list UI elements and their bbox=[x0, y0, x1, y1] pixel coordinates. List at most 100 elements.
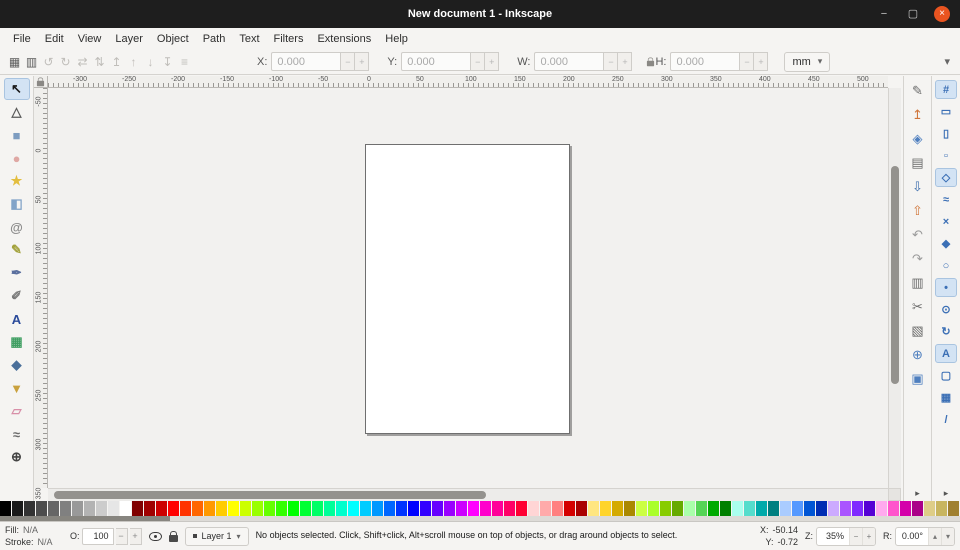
palette-swatch[interactable] bbox=[144, 501, 156, 516]
canvas[interactable] bbox=[48, 88, 888, 488]
text-tool[interactable]: A bbox=[4, 308, 30, 330]
palette-swatch[interactable] bbox=[744, 501, 756, 516]
close-button[interactable]: × bbox=[934, 6, 950, 22]
palette-swatch[interactable] bbox=[240, 501, 252, 516]
zoom-tool[interactable]: ⊕ bbox=[4, 446, 30, 468]
snap-grid-icon[interactable]: ▦ bbox=[935, 388, 957, 407]
bucket-tool[interactable]: ▼ bbox=[4, 377, 30, 399]
palette-swatch[interactable] bbox=[384, 501, 396, 516]
menu-item[interactable]: Text bbox=[232, 30, 266, 48]
layer-selector[interactable]: Layer 1 ▾ bbox=[184, 526, 249, 546]
snap-smooth-icon[interactable]: ○ bbox=[935, 256, 957, 275]
palette-swatch[interactable] bbox=[192, 501, 204, 516]
cut-icon[interactable]: ✂ bbox=[907, 296, 929, 317]
palette-swatch[interactable] bbox=[576, 501, 588, 516]
palette-swatch[interactable] bbox=[204, 501, 216, 516]
raise-icon[interactable]: ↑ bbox=[125, 55, 142, 69]
palette-swatch[interactable] bbox=[12, 501, 24, 516]
palette-swatch[interactable] bbox=[336, 501, 348, 516]
palette-swatch[interactable] bbox=[396, 501, 408, 516]
palette-swatch[interactable] bbox=[924, 501, 936, 516]
palette-swatch[interactable] bbox=[72, 501, 84, 516]
palette-swatch[interactable] bbox=[504, 501, 516, 516]
rotation-up-button[interactable]: ▴ bbox=[928, 527, 941, 545]
zoom-input[interactable]: 35% bbox=[817, 531, 849, 541]
w-decrement-button[interactable]: − bbox=[604, 52, 619, 71]
node-tool[interactable]: △ bbox=[4, 101, 30, 123]
palette-swatch[interactable] bbox=[444, 501, 456, 516]
palette-swatch[interactable] bbox=[636, 501, 648, 516]
palette-swatch[interactable] bbox=[372, 501, 384, 516]
lower-to-bottom-icon[interactable]: ↧ bbox=[159, 55, 176, 69]
opacity-decrement-button[interactable]: − bbox=[115, 527, 128, 545]
h-increment-button[interactable]: + bbox=[754, 52, 769, 71]
palette-swatch[interactable] bbox=[348, 501, 360, 516]
gradient-tool[interactable]: ▦ bbox=[4, 331, 30, 353]
palette-swatch[interactable] bbox=[252, 501, 264, 516]
calligraphy-tool[interactable]: ✐ bbox=[4, 285, 30, 307]
palette-swatch[interactable] bbox=[792, 501, 804, 516]
toolbar-overflow-button[interactable]: ▾ bbox=[940, 55, 954, 68]
export-icon[interactable]: ⇧ bbox=[907, 200, 929, 221]
snap-text-icon[interactable]: A bbox=[935, 344, 957, 363]
w-input[interactable]: 0.000 bbox=[534, 52, 605, 71]
h-input[interactable]: 0.000 bbox=[670, 52, 741, 71]
menu-item[interactable]: Extensions bbox=[310, 30, 378, 48]
palette-swatch[interactable] bbox=[612, 501, 624, 516]
print-icon[interactable]: ▤ bbox=[907, 152, 929, 173]
selector-tool[interactable]: ↖ bbox=[3, 78, 30, 100]
w-increment-button[interactable]: + bbox=[618, 52, 633, 71]
minimize-button[interactable]: − bbox=[876, 6, 892, 22]
palette-swatch[interactable] bbox=[36, 501, 48, 516]
x-decrement-button[interactable]: − bbox=[341, 52, 356, 71]
filters-icon[interactable]: ◈ bbox=[907, 128, 929, 149]
transform-dialog-icon[interactable]: ≡ bbox=[176, 55, 193, 69]
palette-swatch[interactable] bbox=[312, 501, 324, 516]
zoom-drawing-icon[interactable]: ⊕ bbox=[907, 344, 929, 365]
palette-swatch[interactable] bbox=[912, 501, 924, 516]
palette-swatch[interactable] bbox=[828, 501, 840, 516]
raise-to-top-icon[interactable]: ↥ bbox=[108, 55, 125, 69]
guides-lock-icon[interactable] bbox=[36, 76, 45, 86]
import-icon[interactable]: ⇩ bbox=[907, 176, 929, 197]
document-page[interactable] bbox=[365, 144, 570, 434]
menu-item[interactable]: Edit bbox=[38, 30, 71, 48]
layer-visibility-icon[interactable] bbox=[148, 531, 162, 541]
star-tool[interactable]: ★ bbox=[4, 170, 30, 192]
titlebar[interactable]: New document 1 - Inkscape − ▢ × bbox=[0, 0, 960, 28]
palette-swatch[interactable] bbox=[732, 501, 744, 516]
unit-selector[interactable]: mm ▾ bbox=[784, 51, 831, 72]
palette-swatch[interactable] bbox=[228, 501, 240, 516]
palette-swatch[interactable] bbox=[432, 501, 444, 516]
palette-swatch[interactable] bbox=[456, 501, 468, 516]
palette-swatch[interactable] bbox=[60, 501, 72, 516]
palette-swatch[interactable] bbox=[168, 501, 180, 516]
palette-swatch[interactable] bbox=[552, 501, 564, 516]
horizontal-scrollbar-thumb[interactable] bbox=[54, 491, 486, 499]
palette-swatch[interactable] bbox=[876, 501, 888, 516]
y-input[interactable]: 0.000 bbox=[401, 52, 472, 71]
palette-swatch[interactable] bbox=[480, 501, 492, 516]
vertical-scrollbar[interactable] bbox=[888, 88, 901, 488]
palette-swatch[interactable] bbox=[180, 501, 192, 516]
fill-stroke-indicator[interactable]: Fill: N/A Stroke: N/A bbox=[5, 525, 63, 547]
palette-swatch[interactable] bbox=[708, 501, 720, 516]
palette-swatch[interactable] bbox=[720, 501, 732, 516]
palette-swatch[interactable] bbox=[48, 501, 60, 516]
vertical-scrollbar-thumb[interactable] bbox=[891, 166, 899, 384]
copy-icon[interactable]: ▥ bbox=[907, 272, 929, 293]
box3d-tool[interactable]: ◧ bbox=[4, 193, 30, 215]
palette-swatch[interactable] bbox=[600, 501, 612, 516]
selection-dialog-icon[interactable]: ▦ bbox=[6, 55, 23, 69]
palette-swatch[interactable] bbox=[768, 501, 780, 516]
horizontal-ruler[interactable]: -300 -250 -200 -150 -100 -50 0 50 100 150 200 250 30… bbox=[48, 76, 888, 88]
palette-swatch[interactable] bbox=[360, 501, 372, 516]
palette-swatch[interactable] bbox=[852, 501, 864, 516]
palette-swatch[interactable] bbox=[660, 501, 672, 516]
paste-icon[interactable]: ▧ bbox=[907, 320, 929, 341]
snap-rotation-icon[interactable]: ↻ bbox=[935, 322, 957, 341]
snap-cusp-icon[interactable]: ◆ bbox=[935, 234, 957, 253]
palette-swatch[interactable] bbox=[756, 501, 768, 516]
palette-swatch[interactable] bbox=[156, 501, 168, 516]
zoom-decrement-button[interactable]: − bbox=[849, 527, 862, 545]
